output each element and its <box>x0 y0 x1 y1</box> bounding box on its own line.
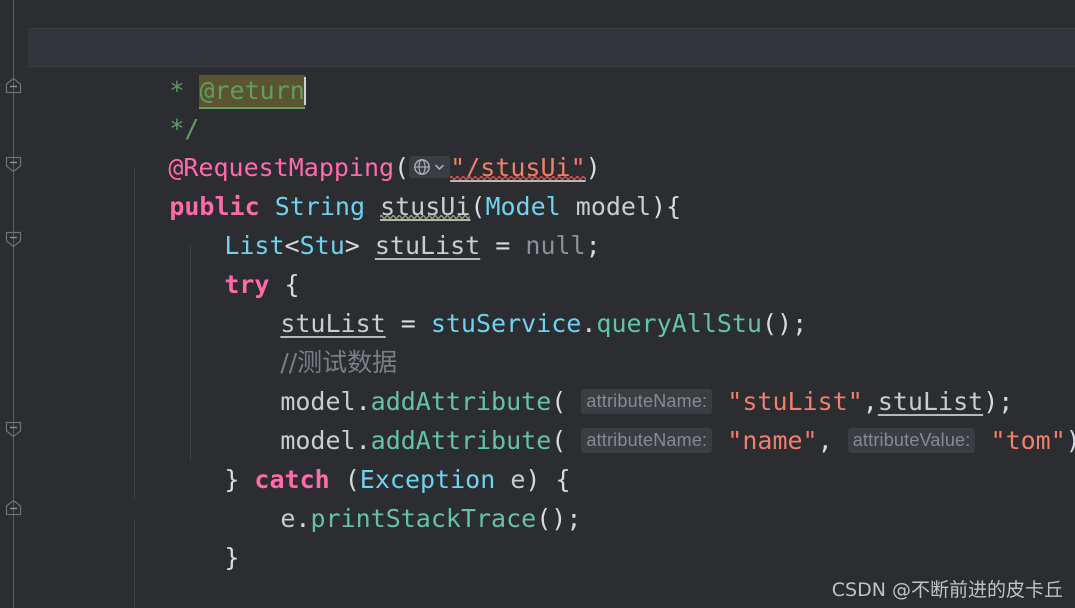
code-text-area[interactable]: * 显示学生管理系统的画面 * @return */ @RequestMappi… <box>28 0 1075 608</box>
editor-gutter[interactable] <box>0 0 27 608</box>
gutter-divider <box>27 0 28 608</box>
type-stu: Stu <box>299 231 345 260</box>
csdn-watermark: CSDN @不断前进的皮卡丘 <box>831 579 1063 601</box>
text-caret <box>303 77 306 105</box>
method-queryallstu: queryAllStu <box>596 309 762 338</box>
code-line-javadoc-close[interactable]: */ <box>79 70 199 143</box>
fold-marker-catch-block[interactable] <box>4 420 23 439</box>
code-editor[interactable]: * 显示学生管理系统的画面 * @return */ @RequestMappi… <box>0 0 1075 608</box>
keyword-null: null <box>525 231 586 260</box>
variable-stulist: stuList <box>374 231 481 260</box>
param-hint-attribute-name-2: attributeName: <box>581 428 713 453</box>
fold-marker-region-end[interactable] <box>4 498 23 517</box>
code-line-catch-exception[interactable]: } catch (Exception e) { <box>134 421 570 494</box>
code-line-method-signature[interactable]: public String stusUi(Model model){ <box>79 148 681 221</box>
method-printstacktrace: printStackTrace <box>310 504 537 533</box>
fold-marker-try-block[interactable] <box>4 230 23 249</box>
javadoc-return-tag: @return <box>199 75 305 109</box>
code-line-add-attribute-name[interactable]: model.addAttribute( attributeName: "name… <box>190 382 1075 455</box>
field-stuservice: stuService <box>430 309 582 338</box>
code-line-return-stus[interactable]: return "stus"; <box>134 577 435 608</box>
string-tom: "tom" <box>990 426 1066 455</box>
code-line-declare-stulist[interactable]: List<Stu> stuList = null; <box>134 187 600 260</box>
string-name: "name" <box>727 426 818 455</box>
fold-marker-javadoc-end[interactable] <box>4 76 23 95</box>
code-line-add-attribute-stulist[interactable]: model.addAttribute( attributeName: "stuL… <box>190 343 1013 416</box>
code-line-comment-test-data[interactable]: //测试数据 <box>190 304 397 377</box>
code-line-print-stack-trace[interactable]: e.printStackTrace(); <box>190 460 581 533</box>
param-hint-attribute-value-1: attributeValue: <box>847 428 976 453</box>
code-line-request-mapping[interactable]: @RequestMapping("/stusUi") <box>78 109 600 182</box>
current-line-highlight <box>0 28 1075 67</box>
fold-marker-method-body[interactable] <box>4 155 23 174</box>
code-line-catch-close[interactable]: } <box>134 499 239 572</box>
variable-e: e <box>280 504 296 533</box>
code-line-try-open[interactable]: try { <box>134 226 299 299</box>
code-line-query-all-stu[interactable]: stuList = stuService.queryAllStu(); <box>190 265 807 338</box>
